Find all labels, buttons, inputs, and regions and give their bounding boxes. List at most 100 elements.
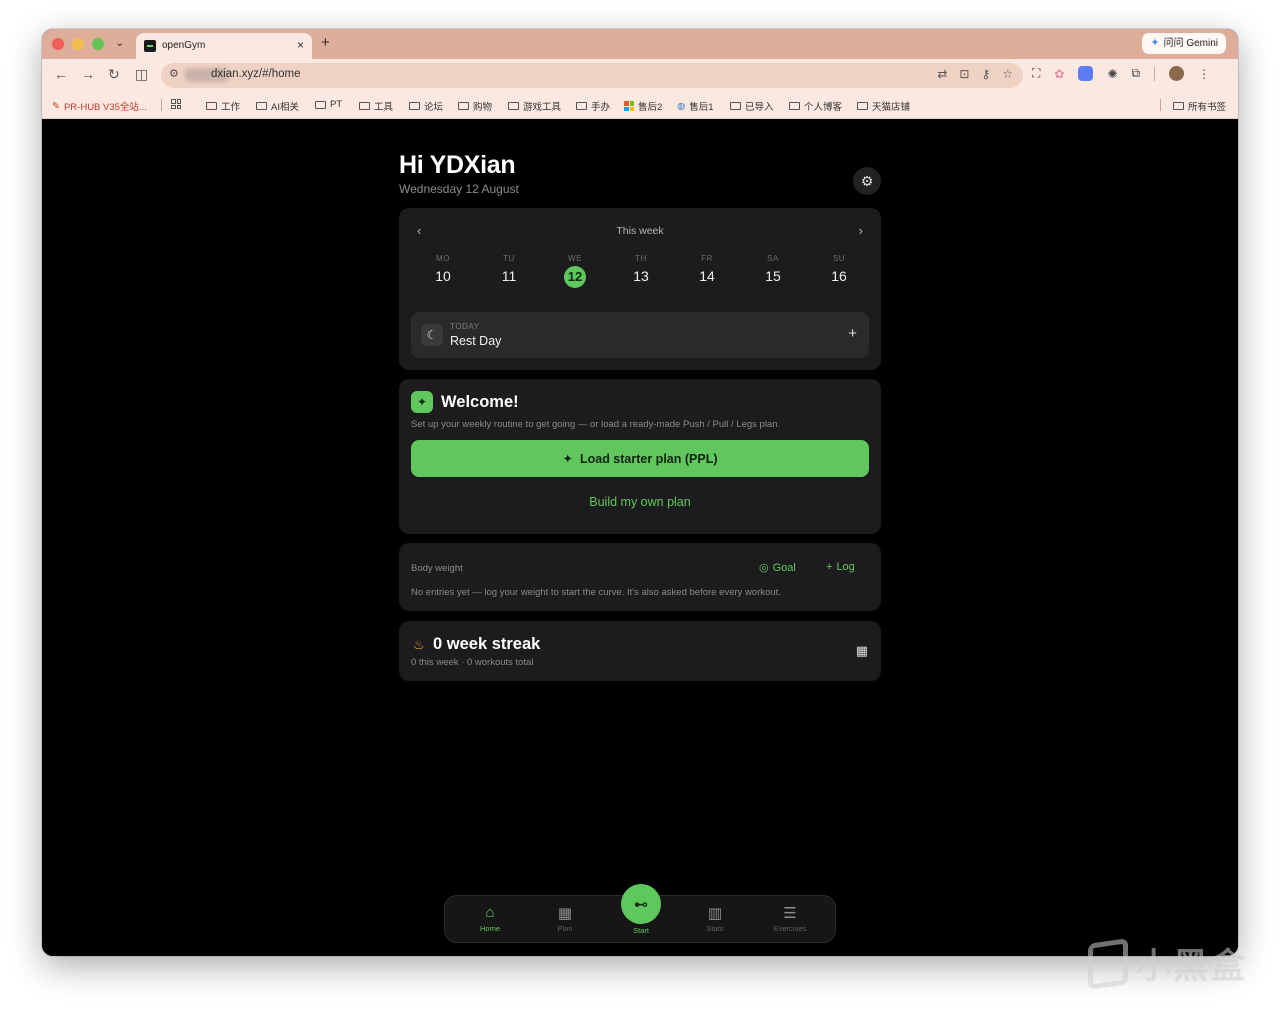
today-summary-row[interactable]: ☾ TODAY Rest Day + <box>411 312 869 358</box>
folder-icon <box>458 102 469 110</box>
bookmark-star-icon[interactable]: ☆ <box>1002 67 1013 81</box>
bookmark-folder-imported[interactable]: 已导入 <box>730 99 774 113</box>
bookmark-pr-hub[interactable]: ✎ PR-HUB V35全站... <box>52 99 147 114</box>
opengym-favicon-icon <box>144 40 156 52</box>
plus-icon: + <box>826 561 833 573</box>
bookmark-label: AI相关 <box>271 102 299 113</box>
today-label: TODAY <box>450 322 480 331</box>
calendar-icon: ▦ <box>557 905 573 922</box>
streak-title: 0 week streak <box>433 635 541 653</box>
tab-search-button[interactable]: ⌄ <box>115 36 124 49</box>
day-abbr: MO <box>436 254 450 263</box>
nav-exercises[interactable]: ☰ Exercises <box>760 904 820 933</box>
nav-label: Home <box>479 924 500 933</box>
nav-home[interactable]: ⌂ Home <box>460 904 520 933</box>
build-own-plan-link[interactable]: Build my own plan <box>399 495 881 509</box>
profile-avatar[interactable] <box>1169 66 1185 81</box>
day-monday[interactable]: MO 10 <box>423 254 463 289</box>
day-tuesday[interactable]: TU 11 <box>489 254 529 289</box>
reload-icon[interactable]: ↻ <box>108 66 120 83</box>
moon-icon: ☾ <box>421 324 443 346</box>
goal-button[interactable]: ◎ Goal <box>759 561 796 575</box>
day-thursday[interactable]: TH 13 <box>621 254 661 289</box>
bookmark-folder-shopping[interactable]: 购物 <box>458 99 492 113</box>
next-week-button[interactable]: › <box>859 223 863 238</box>
folder-icon <box>857 102 868 110</box>
minimize-window-button[interactable] <box>72 38 84 50</box>
home-icon: ⌂ <box>485 904 495 921</box>
start-workout-button[interactable]: ⊷ <box>621 884 661 924</box>
bookmark-label: 论坛 <box>424 102 444 113</box>
back-arrow-icon[interactable]: ← <box>54 66 68 82</box>
browser-menu-icon[interactable]: ⋮ <box>1198 67 1210 81</box>
nav-plan[interactable]: ▦ Plan <box>535 904 595 933</box>
url-text[interactable]: dxian.xyz/#/home <box>211 68 301 80</box>
bookmark-divider <box>161 99 162 111</box>
bookmark-folder-game-tools[interactable]: 游戏工具 <box>508 99 561 113</box>
day-friday[interactable]: FR 14 <box>687 254 727 289</box>
new-tab-button[interactable]: + <box>321 34 330 51</box>
goal-label: Goal <box>772 561 796 574</box>
folder-icon <box>409 102 420 110</box>
bookmark-after-sales-2[interactable]: 售后2 <box>624 99 662 113</box>
load-starter-plan-button[interactable]: ✦ Load starter plan (PPL) <box>411 440 869 477</box>
bookmark-folder-tmall[interactable]: 天猫店铺 <box>857 99 910 113</box>
folder-icon <box>789 102 800 110</box>
close-window-button[interactable] <box>52 38 64 50</box>
folder-icon <box>576 102 587 110</box>
day-sunday[interactable]: SU 16 <box>819 254 859 289</box>
add-workout-button[interactable]: + <box>848 325 857 342</box>
extensions-puzzle-icon[interactable]: ⧉ <box>1132 66 1141 81</box>
apps-grid-button[interactable] <box>171 99 181 109</box>
bookmark-folder-pt[interactable]: PT <box>315 99 342 110</box>
day-wednesday-today[interactable]: WE 12 <box>555 254 595 288</box>
microsoft-logo-icon <box>624 101 634 111</box>
translate-icon[interactable]: ⇄ <box>937 67 947 81</box>
flame-icon: ♨ <box>413 637 425 652</box>
welcome-card: ✦ Welcome! Set up your weekly routine to… <box>399 379 881 534</box>
extension-pink-icon[interactable]: ✿ <box>1054 67 1064 81</box>
nav-stats[interactable]: ▥ Stats <box>685 904 745 933</box>
bookmark-label: 售后1 <box>689 102 714 113</box>
extension-openai-icon[interactable]: ✺ <box>1107 67 1117 81</box>
day-abbr: SU <box>832 254 846 263</box>
bookmark-folder-forum[interactable]: 论坛 <box>409 99 443 113</box>
forward-arrow-icon[interactable]: → <box>81 66 95 82</box>
body-weight-empty-message: No entries yet — log your weight to star… <box>411 587 781 598</box>
watermark-text: 小黑盒 <box>1136 947 1248 986</box>
maximize-window-button[interactable] <box>92 38 104 50</box>
tab-close-button[interactable]: × <box>297 38 304 52</box>
bookmark-after-sales-1[interactable]: ◍ 售后1 <box>677 99 714 114</box>
settings-button[interactable]: ⚙ <box>853 167 881 195</box>
bookmark-folder-work[interactable]: 工作 <box>206 99 240 113</box>
day-abbr: FR <box>701 254 713 263</box>
log-weight-button[interactable]: + Log <box>826 561 855 573</box>
tab-opengym[interactable]: openGym × <box>136 33 312 59</box>
password-key-icon[interactable]: ⚷ <box>981 67 990 81</box>
bookmark-folder-ai[interactable]: AI相关 <box>256 99 299 113</box>
day-abbr: TU <box>503 254 515 263</box>
all-bookmarks-folder[interactable]: 所有书签 <box>1173 99 1226 113</box>
bookmark-folder-figures[interactable]: 手办 <box>576 99 610 113</box>
side-panel-icon[interactable]: ◫ <box>135 66 148 83</box>
week-title: This week <box>616 225 664 237</box>
site-info-icon[interactable]: ⚙ <box>169 67 179 80</box>
install-app-icon[interactable]: ⊡ <box>959 67 969 81</box>
body-weight-card: Body weight ◎ Goal + Log No entries yet … <box>399 543 881 611</box>
gemini-button[interactable]: ✦ 问问 Gemini <box>1142 33 1226 54</box>
greeting-title: Hi YDXian <box>399 151 516 179</box>
app-viewport: Hi YDXian Wednesday 12 August ⚙ ‹ This w… <box>42 120 1238 956</box>
browser-toolbar: ← → ↻ ◫ ⚙ dxian.xyz/#/home ⇄ ⊡ ⚷ ☆ ⛶ ✿ ✺… <box>42 59 1238 91</box>
load-button-label: Load starter plan (PPL) <box>579 451 718 466</box>
calendar-icon: ▦ <box>855 643 868 658</box>
extension-blue-icon[interactable] <box>1078 66 1094 81</box>
bookmark-folder-blog[interactable]: 个人博客 <box>789 99 842 113</box>
day-abbr: WE <box>568 254 582 263</box>
folder-icon <box>315 100 326 109</box>
calendar-button[interactable]: ▦ <box>856 643 868 659</box>
bookmark-folder-tools[interactable]: 工具 <box>359 99 393 113</box>
day-saturday[interactable]: SA 15 <box>753 254 793 289</box>
nav-start-label: Start <box>633 926 649 935</box>
extension-mask-icon[interactable]: ⛶ <box>1032 66 1040 81</box>
address-bar[interactable]: ⚙ dxian.xyz/#/home ⇄ ⊡ ⚷ ☆ <box>161 63 1023 88</box>
